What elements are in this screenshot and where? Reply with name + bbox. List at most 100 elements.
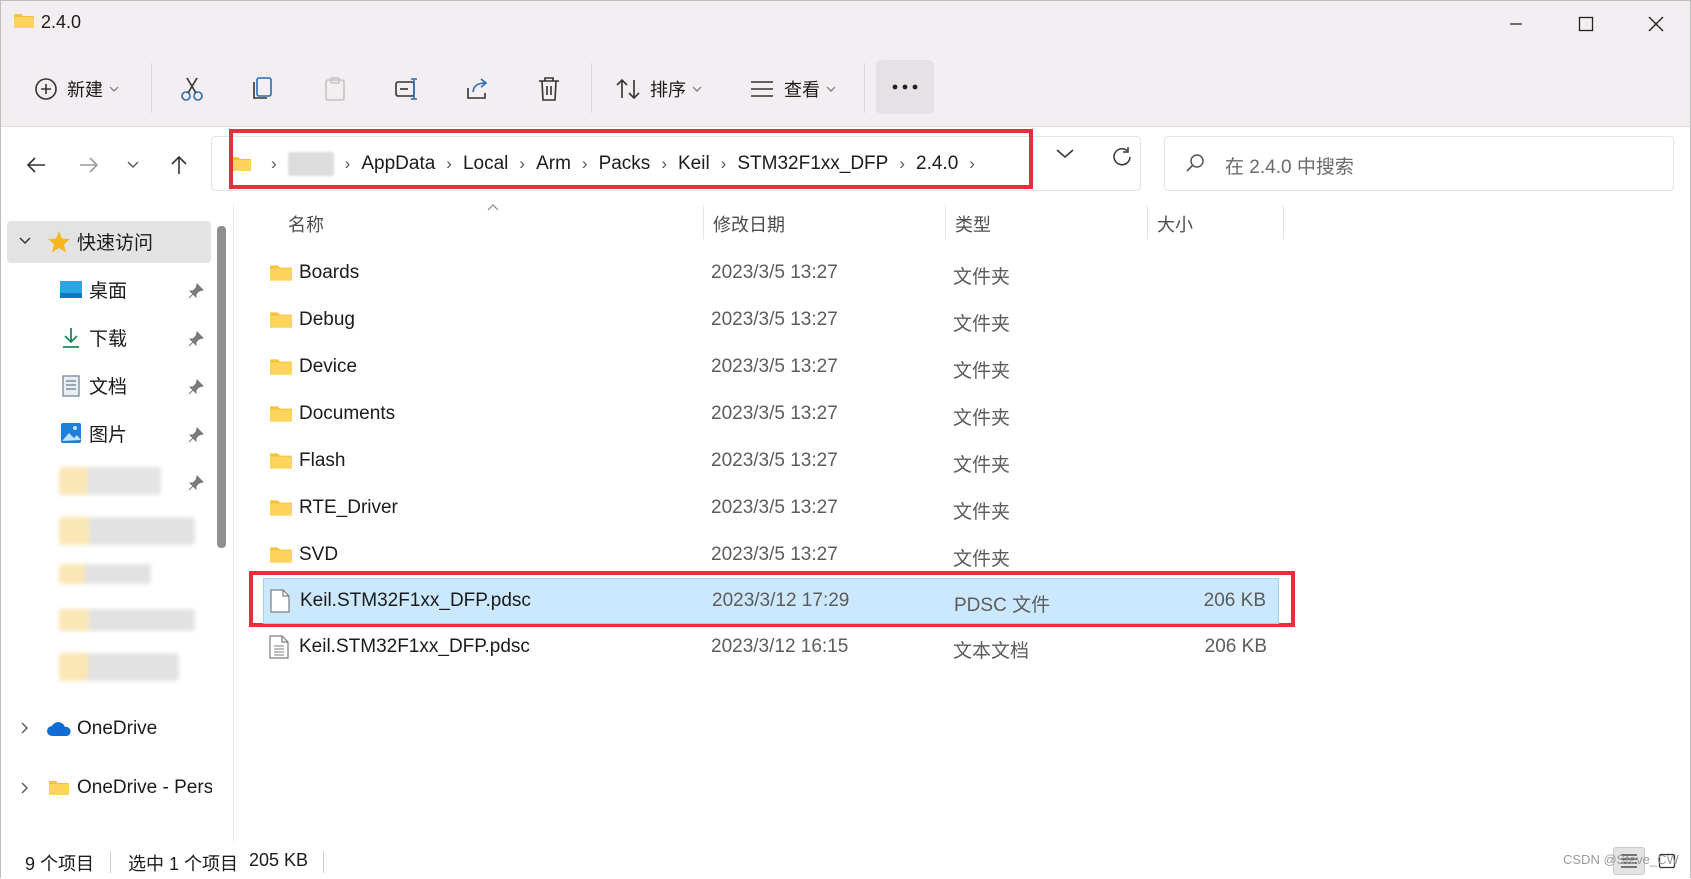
column-header-name[interactable]: 名称	[288, 211, 324, 237]
cut-button[interactable]	[179, 71, 205, 107]
share-icon	[467, 78, 488, 99]
column-header-size[interactable]: 大小	[1157, 211, 1193, 237]
view-label: 查看	[784, 80, 820, 100]
pane-divider	[233, 203, 234, 843]
file-date: 2023/3/5 13:27	[711, 450, 838, 471]
folder-icon	[270, 500, 292, 516]
sidebar-item-onedrive[interactable]: OneDrive	[77, 709, 157, 749]
sidebar-scrollbar[interactable]	[217, 226, 226, 548]
minimize-icon	[1510, 23, 1522, 25]
file-type: 文件夹	[953, 361, 1011, 382]
view-button[interactable]: 查看	[749, 71, 836, 107]
column-divider[interactable]	[1283, 205, 1284, 239]
status-divider	[110, 851, 111, 873]
file-type: 文件夹	[953, 502, 1011, 523]
file-row[interactable]: Debug 2023/3/5 13:27 文件夹	[263, 298, 1279, 344]
recent-locations-button[interactable]	[118, 150, 148, 180]
column-divider[interactable]	[1147, 205, 1148, 239]
folder-icon	[270, 453, 292, 469]
chevron-down-icon	[109, 86, 119, 92]
column-divider[interactable]	[703, 205, 704, 239]
file-name: Boards	[299, 262, 360, 283]
file-type: 文本文档	[953, 641, 1030, 662]
more-options-button[interactable]	[876, 60, 934, 114]
list-view-icon	[751, 81, 773, 97]
file-date: 2023/3/12 17:29	[712, 590, 850, 611]
file-row[interactable]: Boards 2023/3/5 13:27 文件夹	[263, 251, 1279, 297]
pin-icon[interactable]	[188, 475, 204, 491]
refresh-icon[interactable]	[1111, 146, 1133, 168]
close-icon	[1648, 16, 1664, 32]
sidebar-item-pictures[interactable]: 图片	[89, 413, 127, 453]
search-icon	[1186, 154, 1204, 172]
up-button[interactable]	[164, 150, 194, 180]
column-divider[interactable]	[945, 205, 946, 239]
file-row[interactable]: Flash 2023/3/5 13:27 文件夹	[263, 439, 1279, 485]
pin-icon[interactable]	[188, 379, 204, 395]
search-placeholder: 在 2.4.0 中搜索	[1225, 157, 1354, 178]
chevron-down-icon	[692, 86, 702, 92]
address-highlight-box	[229, 129, 1033, 189]
file-row[interactable]: Documents 2023/3/5 13:27 文件夹	[263, 392, 1279, 438]
column-header-type[interactable]: 类型	[955, 211, 991, 237]
desktop-icon	[60, 281, 82, 298]
delete-button[interactable]	[537, 71, 561, 107]
column-header-date[interactable]: 修改日期	[713, 211, 785, 237]
forward-button[interactable]	[74, 150, 104, 180]
sort-label: 排序	[650, 80, 686, 100]
folder-icon	[270, 265, 292, 281]
star-icon	[48, 231, 70, 253]
file-type: 文件夹	[953, 314, 1011, 335]
trash-icon	[539, 77, 559, 101]
copy-icon	[253, 77, 272, 99]
plus-circle-icon	[35, 78, 57, 100]
file-date: 2023/3/5 13:27	[711, 262, 838, 283]
chevron-right-icon[interactable]	[21, 782, 29, 794]
status-divider	[323, 851, 324, 873]
rename-icon	[395, 78, 417, 100]
paste-icon	[325, 77, 345, 101]
paste-button[interactable]	[323, 71, 347, 107]
address-dropdown-icon[interactable]	[1056, 149, 1074, 159]
window-title: 2.4.0	[41, 12, 82, 32]
file-row[interactable]: RTE_Driver 2023/3/5 13:27 文件夹	[263, 486, 1279, 532]
pin-icon[interactable]	[188, 283, 204, 299]
file-type: PDSC 文件	[954, 595, 1051, 616]
sidebar-item-onedrive-personal[interactable]: OneDrive - Pers	[77, 768, 212, 808]
selection-count: 选中 1 个项目	[128, 854, 239, 874]
sidebar-item-desktop[interactable]: 桌面	[89, 269, 127, 309]
rename-button[interactable]	[394, 71, 420, 107]
chevron-down-icon[interactable]	[19, 237, 31, 245]
sort-ascending-icon	[487, 204, 499, 211]
arrow-left-icon	[26, 157, 45, 173]
scissors-icon	[181, 77, 203, 101]
chevron-right-icon[interactable]	[21, 722, 29, 734]
quick-access-label: 快速访问	[77, 232, 154, 254]
sort-button[interactable]: 排序	[615, 71, 702, 107]
file-type: 文件夹	[953, 549, 1011, 570]
pin-icon[interactable]	[188, 427, 204, 443]
item-count: 9 个项目	[25, 854, 95, 874]
search-box[interactable]: 在 2.4.0 中搜索	[1164, 136, 1674, 191]
sidebar-item-documents[interactable]: 文档	[89, 365, 127, 405]
file-row[interactable]: SVD 2023/3/5 13:27 文件夹	[263, 533, 1279, 579]
file-row[interactable]: Device 2023/3/5 13:27 文件夹	[263, 345, 1279, 391]
file-name: Flash	[299, 450, 346, 471]
new-label: 新建	[67, 80, 103, 100]
new-button[interactable]: 新建	[34, 71, 119, 107]
file-date: 2023/3/12 16:15	[711, 636, 849, 657]
file-row[interactable]: Keil.STM32F1xx_DFP.pdsc 2023/3/12 16:15 …	[263, 625, 1279, 671]
toolbar-divider	[591, 63, 592, 113]
file-date: 2023/3/5 13:27	[711, 497, 838, 518]
back-button[interactable]	[21, 150, 51, 180]
share-button[interactable]	[465, 71, 491, 107]
maximize-button[interactable]	[1551, 1, 1621, 47]
document-icon	[62, 375, 80, 397]
copy-button[interactable]	[251, 71, 275, 107]
close-button[interactable]	[1621, 1, 1691, 47]
pin-icon[interactable]	[188, 331, 204, 347]
sidebar-item-downloads[interactable]: 下载	[89, 317, 127, 357]
file-row-selected[interactable]: Keil.STM32F1xx_DFP.pdsc 2023/3/12 17:29 …	[263, 578, 1279, 624]
minimize-button[interactable]	[1481, 1, 1551, 47]
text-file-icon	[269, 635, 289, 659]
